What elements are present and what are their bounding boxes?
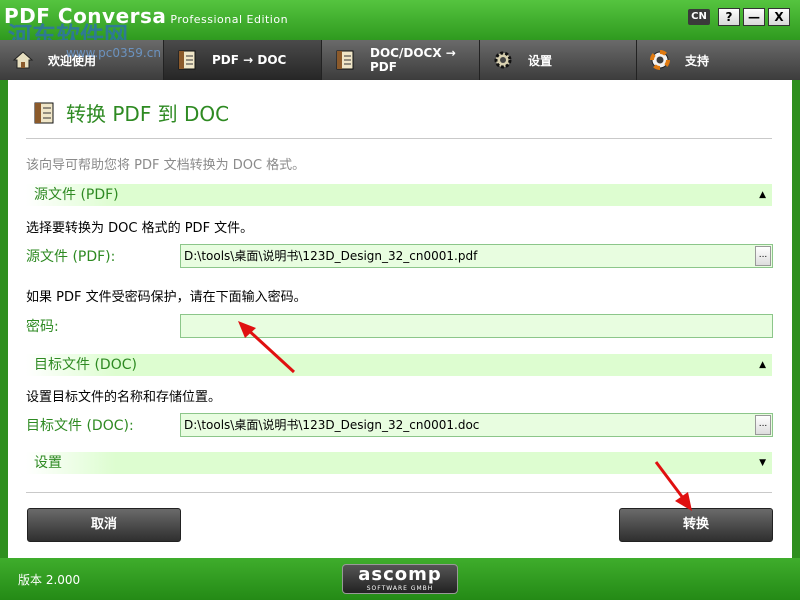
gear-icon: [492, 49, 514, 71]
section-title: 源文件 (PDF): [34, 187, 119, 203]
tab-doc-to-pdf[interactable]: DOC/DOCX → PDF: [322, 40, 480, 80]
brand-subtitle: SOFTWARE GMBH: [366, 585, 434, 592]
lifebuoy-icon: [649, 49, 671, 71]
collapse-up-icon[interactable]: ▲: [759, 354, 766, 376]
tab-settings[interactable]: 设置: [480, 40, 637, 80]
tab-label: DOC/DOCX → PDF: [370, 46, 456, 74]
page-title: 转换 PDF 到 DOC: [66, 102, 230, 126]
tab-pdf-to-doc[interactable]: PDF → DOC: [164, 40, 322, 80]
expand-down-icon[interactable]: ▼: [759, 452, 766, 474]
document-icon: [334, 49, 356, 71]
browse-source-button[interactable]: ...: [755, 246, 771, 266]
section-title: 设置: [34, 455, 62, 471]
convert-button[interactable]: 转换: [619, 508, 773, 542]
target-file-value: D:\tools\桌面\说明书\123D_Design_32_cn0001.do…: [184, 418, 480, 432]
document-icon: [32, 101, 56, 125]
target-file-input[interactable]: D:\tools\桌面\说明书\123D_Design_32_cn0001.do…: [180, 413, 773, 437]
password-hint: 如果 PDF 文件受密码保护，请在下面输入密码。: [26, 290, 307, 305]
divider: [26, 138, 772, 139]
page-heading: 转换 PDF 到 DOC: [32, 98, 229, 127]
home-icon: [12, 49, 34, 71]
main-content: 转换 PDF 到 DOC 该向导可帮助您将 PDF 文档转换为 DOC 格式。 …: [8, 80, 792, 558]
help-button[interactable]: ?: [718, 8, 740, 26]
title-bar: PDF Conversa Professional Edition 河东软件网 C…: [0, 0, 800, 50]
source-file-label: 源文件 (PDF):: [26, 249, 116, 265]
footer: 版本 2.000 ascomp SOFTWARE GMBH: [0, 558, 800, 600]
language-badge[interactable]: CN: [688, 9, 710, 25]
close-button[interactable]: X: [768, 8, 790, 26]
app-edition: Professional Edition: [170, 13, 289, 26]
minimize-button[interactable]: —: [743, 8, 765, 26]
password-label: 密码:: [26, 319, 59, 335]
version-text: 版本 2.000: [18, 573, 81, 587]
section-target[interactable]: 目标文件 (DOC) ▲: [26, 354, 772, 376]
tab-label: 设置: [528, 53, 553, 68]
section-title: 目标文件 (DOC): [34, 357, 137, 373]
section-source[interactable]: 源文件 (PDF) ▲: [26, 184, 772, 206]
intro-text: 该向导可帮助您将 PDF 文档转换为 DOC 格式。: [26, 158, 306, 173]
target-file-label: 目标文件 (DOC):: [26, 418, 134, 434]
brand-name: ascomp: [358, 564, 442, 585]
tab-support[interactable]: 支持: [637, 40, 800, 80]
cancel-button[interactable]: 取消: [27, 508, 181, 542]
source-description: 选择要转换为 DOC 格式的 PDF 文件。: [26, 221, 254, 236]
browse-target-button[interactable]: ...: [755, 415, 771, 435]
collapse-up-icon[interactable]: ▲: [759, 184, 766, 206]
section-settings[interactable]: 设置 ▼: [26, 452, 772, 474]
target-description: 设置目标文件的名称和存储位置。: [26, 390, 222, 405]
source-file-value: D:\tools\桌面\说明书\123D_Design_32_cn0001.pd…: [184, 249, 478, 263]
divider: [26, 492, 772, 493]
source-file-input[interactable]: D:\tools\桌面\说明书\123D_Design_32_cn0001.pd…: [180, 244, 773, 268]
brand-logo: ascomp SOFTWARE GMBH: [342, 564, 458, 594]
password-input[interactable]: [180, 314, 773, 338]
tab-label: 支持: [685, 53, 710, 68]
watermark-url: www.pc0359.cn: [66, 46, 161, 60]
tab-label: PDF → DOC: [212, 53, 287, 67]
document-icon: [176, 49, 198, 71]
